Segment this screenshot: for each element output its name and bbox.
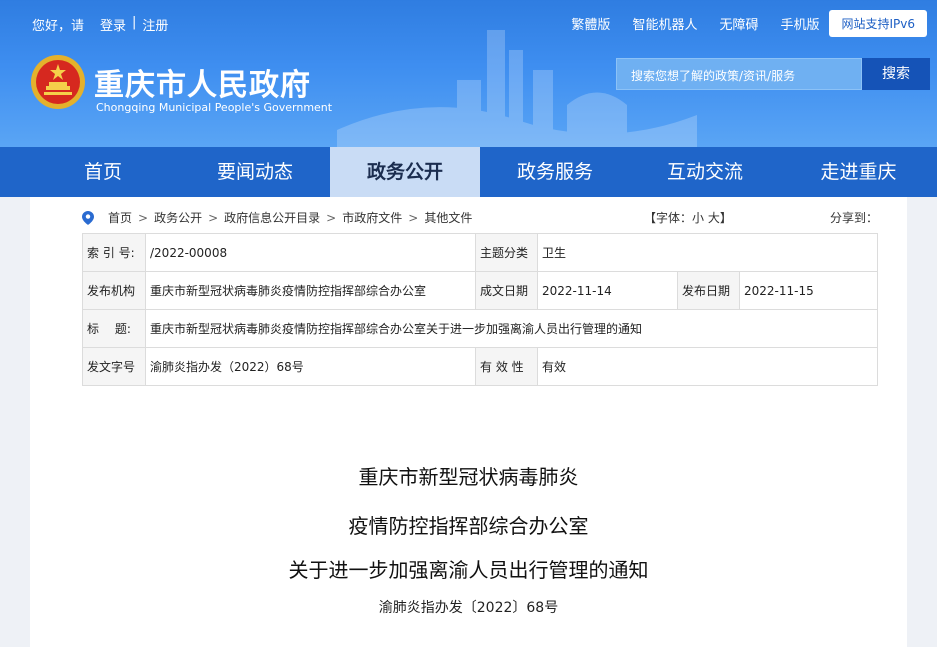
issuer-label: 发布机构 — [82, 271, 146, 310]
breadcrumb-separator: > — [326, 210, 337, 225]
site-title[interactable]: 重庆市人民政府 — [94, 60, 311, 104]
nav-interaction[interactable]: 互动交流 — [630, 147, 780, 197]
share-label[interactable]: 分享到： — [830, 209, 878, 226]
title-value: 重庆市新型冠状病毒肺炎疫情防控指挥部综合办公室关于进一步加强离渝人员出行管理的通… — [145, 309, 878, 348]
top-bar: 您好，请 登录 | 注册 繁體版 智能机器人 无障碍 手机版 网站支持IPv6 — [0, 0, 937, 46]
document-title-line-3: 关于进一步加强离渝人员出行管理的通知 — [288, 558, 649, 582]
site-subtitle: Chongqing Municipal People's Government — [96, 101, 333, 114]
document-title-line-1: 重庆市新型冠状病毒肺炎 — [358, 465, 579, 489]
category-value: 卫生 — [537, 233, 878, 272]
doc-number-label: 发文字号 — [82, 347, 146, 386]
doc-number-value: 渝肺炎指办发（2022）68号 — [145, 347, 476, 386]
national-emblem-icon[interactable] — [30, 54, 86, 110]
published-date-label: 发布日期 — [677, 271, 740, 310]
breadcrumb-municipal-docs[interactable]: 市政府文件 — [342, 209, 402, 226]
nav-news[interactable]: 要闻动态 — [180, 147, 330, 197]
breadcrumb-separator: > — [138, 210, 149, 225]
location-pin-icon — [82, 210, 94, 225]
created-date-value: 2022-11-14 — [537, 271, 678, 310]
breadcrumb-separator: > — [208, 210, 219, 225]
mobile-link[interactable]: 手机版 — [780, 14, 819, 33]
main-nav: 首页 要闻动态 政务公开 政务服务 互动交流 走进重庆 — [0, 147, 937, 197]
document-title-line-2: 疫情防控指挥部综合办公室 — [348, 514, 589, 538]
nav-home[interactable]: 首页 — [0, 147, 180, 197]
validity-value: 有效 — [537, 347, 878, 386]
breadcrumb-separator: > — [408, 210, 419, 225]
breadcrumb-other-docs[interactable]: 其他文件 — [424, 209, 472, 226]
published-date-value: 2022-11-15 — [739, 271, 878, 310]
title-label: 标 题: — [82, 309, 146, 348]
breadcrumb-home[interactable]: 首页 — [108, 209, 132, 226]
breadcrumb-government-open[interactable]: 政务公开 — [154, 209, 202, 226]
login-link[interactable]: 登录 — [100, 15, 126, 34]
index-label: 索 引 号: — [82, 233, 146, 272]
document-number: 渝肺炎指办发〔2022〕68号 — [378, 600, 559, 616]
table-row: 发文字号 渝肺炎指办发（2022）68号 有 效 性 有效 — [82, 347, 878, 386]
search-button[interactable]: 搜索 — [862, 58, 930, 90]
document-metadata-table: 索 引 号: /2022-00008 主题分类 卫生 发布机构 重庆市新型冠状病… — [82, 233, 878, 386]
greeting-text: 您好，请 — [32, 19, 85, 34]
issuer-value: 重庆市新型冠状病毒肺炎疫情防控指挥部综合办公室 — [145, 271, 476, 310]
category-label: 主题分类 — [475, 233, 538, 272]
content-panel: 首页 > 政务公开 > 政府信息公开目录 > 市政府文件 > 其他文件 【字体：… — [30, 197, 907, 647]
nav-government-services[interactable]: 政务服务 — [480, 147, 630, 197]
validity-label: 有 效 性 — [475, 347, 538, 386]
top-divider: | — [132, 15, 137, 30]
nav-about-chongqing[interactable]: 走进重庆 — [780, 147, 937, 197]
accessibility-link[interactable]: 无障碍 — [719, 14, 758, 33]
table-row: 发布机构 重庆市新型冠状病毒肺炎疫情防控指挥部综合办公室 成文日期 2022-1… — [82, 271, 878, 310]
breadcrumb-catalog[interactable]: 政府信息公开目录 — [224, 209, 320, 226]
ipv6-badge[interactable]: 网站支持IPv6 — [829, 10, 927, 37]
search-input[interactable]: 搜索您想了解的政策/资讯/服务 — [616, 58, 862, 90]
robot-link[interactable]: 智能机器人 — [632, 14, 697, 33]
nav-government-affairs-open[interactable]: 政务公开 — [330, 147, 480, 197]
created-date-label: 成文日期 — [475, 271, 538, 310]
breadcrumb: 首页 > 政务公开 > 政府信息公开目录 > 市政府文件 > 其他文件 — [82, 209, 472, 226]
font-size-control[interactable]: 【字体：小 大】 — [644, 209, 732, 226]
index-value: /2022-00008 — [145, 233, 476, 272]
site-header: 您好，请 登录 | 注册 繁體版 智能机器人 无障碍 手机版 网站支持IPv6 … — [0, 0, 937, 147]
table-row: 标 题: 重庆市新型冠状病毒肺炎疫情防控指挥部综合办公室关于进一步加强离渝人员出… — [82, 309, 878, 348]
register-link[interactable]: 注册 — [142, 15, 168, 34]
table-row: 索 引 号: /2022-00008 主题分类 卫生 — [82, 233, 878, 272]
traditional-chinese-link[interactable]: 繁體版 — [571, 14, 610, 33]
